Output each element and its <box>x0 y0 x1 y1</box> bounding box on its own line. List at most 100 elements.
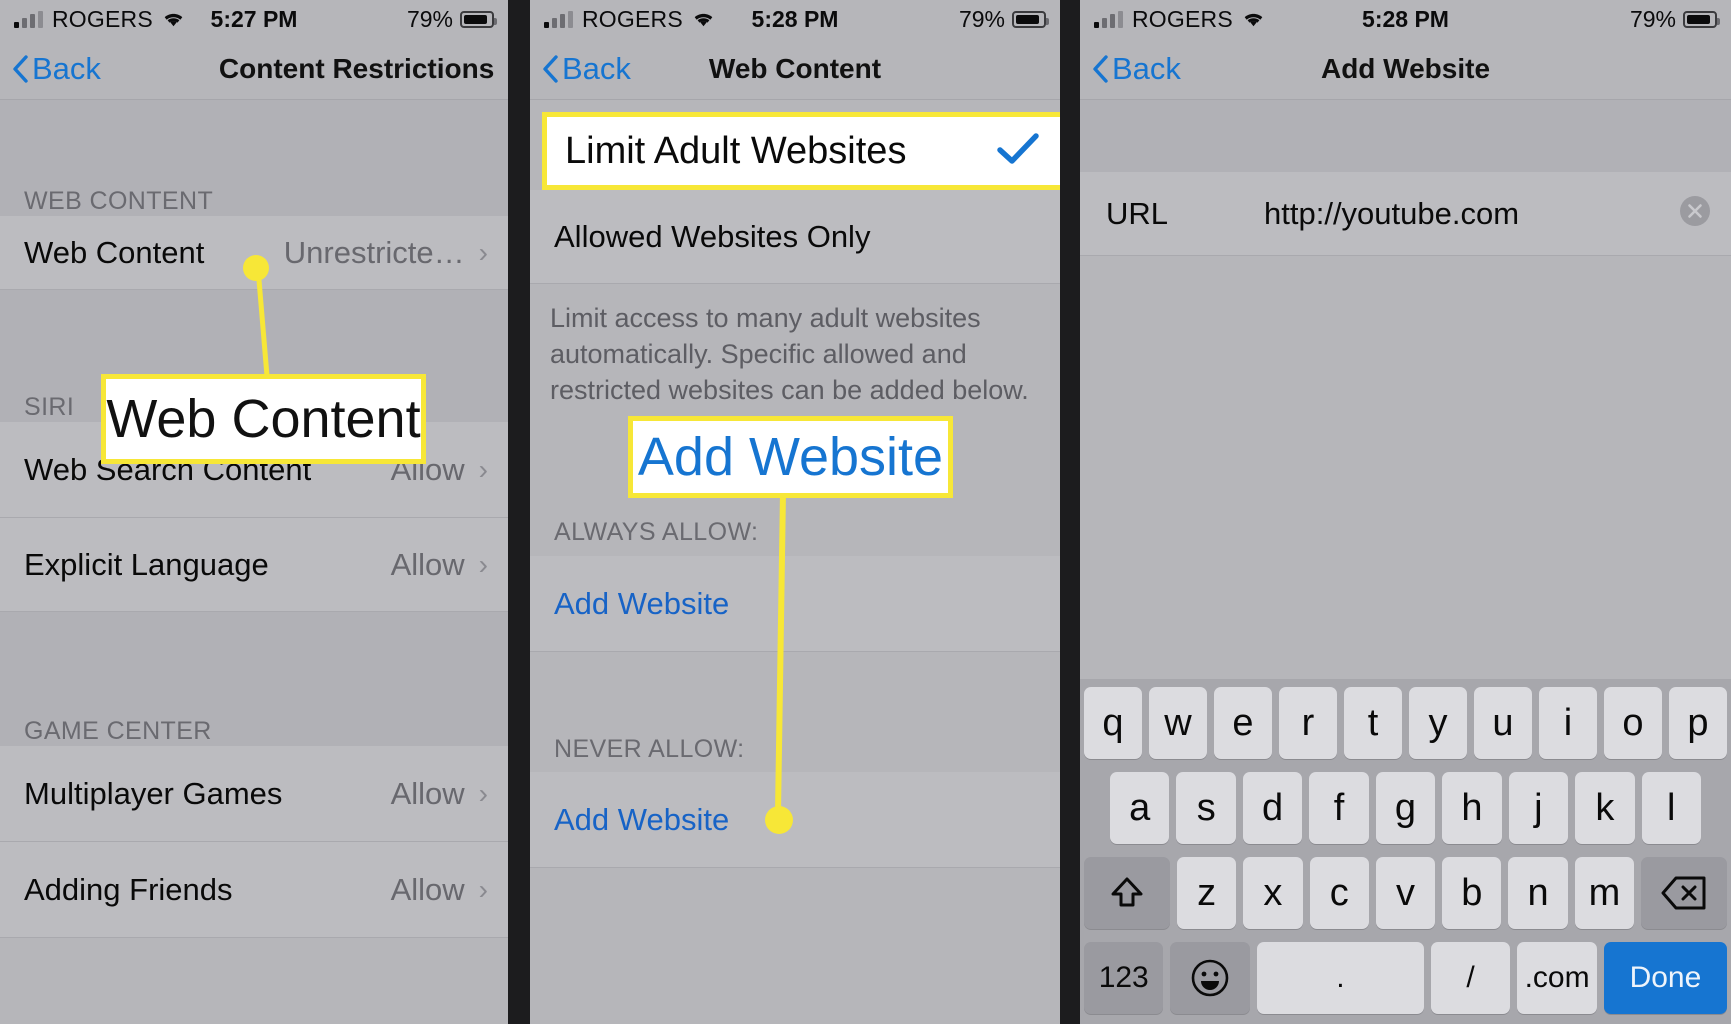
key-u[interactable]: u <box>1474 687 1532 759</box>
key-k[interactable]: k <box>1575 772 1635 844</box>
section-spacer <box>0 290 508 366</box>
key-f[interactable]: f <box>1309 772 1369 844</box>
row-adding-friends[interactable]: Adding Friends Allow › <box>0 842 508 938</box>
row-web-content[interactable]: Web Content Unrestricte… › <box>0 216 508 290</box>
row-value: Allow <box>390 775 465 811</box>
chevron-right-icon: › <box>478 777 488 809</box>
key-z[interactable]: z <box>1176 857 1237 929</box>
key-t[interactable]: t <box>1344 687 1402 759</box>
panel-divider-2 <box>1060 0 1080 1024</box>
row-multiplayer-games[interactable]: Multiplayer Games Allow › <box>0 746 508 842</box>
key-v[interactable]: v <box>1375 857 1436 929</box>
status-bar-3: ROGERS 5:28 PM 79% <box>1080 0 1731 38</box>
key-j[interactable]: j <box>1508 772 1569 844</box>
clear-circle-icon[interactable] <box>1679 195 1711 232</box>
keyboard-row-3: z x c v b n m <box>1084 857 1728 929</box>
battery-percent-3: 79% <box>1629 5 1676 32</box>
url-field-label: URL <box>1106 195 1169 231</box>
key-a[interactable]: a <box>1110 772 1170 844</box>
screenshot-stage: ROGERS 5:27 PM 79% Back Content Restrict… <box>0 0 1731 1024</box>
section-spacer <box>0 100 508 162</box>
key-w[interactable]: w <box>1149 687 1207 759</box>
page-title-1: Content Restrictions <box>218 52 495 84</box>
signal-bars-icon <box>14 10 43 28</box>
callout-text: Web Content <box>106 389 421 449</box>
carrier-label-1: ROGERS <box>52 5 153 32</box>
shift-icon[interactable] <box>1084 857 1170 929</box>
panel-divider-1 <box>508 0 530 1024</box>
carrier-label-2: ROGERS <box>582 5 683 32</box>
nav-bar-1: Back Content Restrictions <box>0 38 508 100</box>
option-label: Allowed Websites Only <box>554 218 871 254</box>
status-right-2: 79% <box>958 5 1049 33</box>
row-explicit-language[interactable]: Explicit Language Allow › <box>0 518 508 612</box>
key-q[interactable]: q <box>1084 687 1142 759</box>
row-add-website-always-allow[interactable]: Add Website <box>530 556 1060 652</box>
done-button[interactable]: Done <box>1603 942 1728 1014</box>
option-allowed-websites-only[interactable]: Allowed Websites Only <box>530 190 1060 284</box>
phone-screen-web-content: ROGERS 5:28 PM 79% Back Web Content Allo… <box>530 0 1060 1024</box>
back-button-2[interactable]: Back <box>530 51 631 87</box>
key-l[interactable]: l <box>1641 772 1701 844</box>
field-row-url[interactable]: URL http://youtube.com <box>1080 172 1731 256</box>
keyboard-row-1: q w e r t y u i o p <box>1084 687 1727 759</box>
back-label-2: Back <box>562 50 631 86</box>
key-n[interactable]: n <box>1508 857 1568 929</box>
battery-icon <box>1012 10 1049 28</box>
callout-web-content: Web Content <box>101 374 426 464</box>
section-header-always-allow: ALWAYS ALLOW: <box>554 518 759 546</box>
key-h[interactable]: h <box>1442 772 1502 844</box>
status-right-3: 79% <box>1629 5 1720 33</box>
section-header-game-center: GAME CENTER <box>0 690 508 746</box>
key-s[interactable]: s <box>1176 772 1236 844</box>
highlight-limit-adult-websites[interactable]: Limit Adult Websites <box>542 112 1060 190</box>
back-label-1: Back <box>32 50 101 86</box>
chevron-right-icon: › <box>478 236 488 268</box>
key-slash[interactable]: / <box>1430 942 1511 1014</box>
key-p[interactable]: p <box>1669 687 1727 759</box>
backspace-icon[interactable] <box>1641 857 1728 929</box>
wifi-icon <box>1242 11 1265 28</box>
key-i[interactable]: i <box>1539 687 1597 759</box>
key-o[interactable]: o <box>1604 687 1662 759</box>
key-x[interactable]: x <box>1243 857 1303 929</box>
key-numbers[interactable]: 123 <box>1083 942 1164 1014</box>
signal-bars-icon <box>544 10 573 28</box>
key-b[interactable]: b <box>1442 857 1502 929</box>
key-y[interactable]: y <box>1409 687 1467 759</box>
key-dotcom[interactable]: .com <box>1517 942 1597 1014</box>
back-button-1[interactable]: Back <box>0 51 101 87</box>
web-content-description: Limit access to many adult websites auto… <box>550 303 1029 405</box>
url-input[interactable]: http://youtube.com <box>1264 196 1519 232</box>
back-button-3[interactable]: Back <box>1080 51 1181 87</box>
chevron-right-icon: › <box>478 453 488 485</box>
phone-screen-content-restrictions: ROGERS 5:27 PM 79% Back Content Restrict… <box>0 0 508 1024</box>
phone-screen-add-website: ROGERS 5:28 PM 79% Back Add Website URL … <box>1080 0 1731 1024</box>
key-d[interactable]: d <box>1242 772 1303 844</box>
onscreen-keyboard: q w e r t y u i o p a s d f g h j k l z … <box>1080 679 1731 1024</box>
back-label-3: Back <box>1112 50 1181 86</box>
keyboard-row-4: 123 . / .com Done <box>1083 942 1728 1014</box>
status-time-3: 5:28 PM <box>1362 5 1449 32</box>
key-g[interactable]: g <box>1375 772 1436 844</box>
battery-percent-1: 79% <box>406 5 453 32</box>
key-c[interactable]: c <box>1309 857 1369 929</box>
carrier-label-3: ROGERS <box>1132 5 1233 32</box>
row-value: Allow <box>390 871 465 907</box>
emoji-icon[interactable] <box>1170 942 1250 1014</box>
key-r[interactable]: r <box>1279 687 1337 759</box>
row-value: Allow <box>390 546 465 582</box>
row-value: Unrestricte… <box>283 234 465 270</box>
key-m[interactable]: m <box>1574 857 1635 929</box>
row-add-website-never-allow[interactable]: Add Website <box>530 772 1060 868</box>
chevron-right-icon: › <box>478 548 488 580</box>
key-period[interactable]: . <box>1256 942 1424 1014</box>
chevron-left-icon <box>13 54 28 83</box>
battery-percent-2: 79% <box>958 5 1005 32</box>
option-label: Limit Adult Websites <box>565 129 907 172</box>
add-website-label: Add Website <box>554 585 730 621</box>
callout-text: Add Website <box>637 427 944 487</box>
key-e[interactable]: e <box>1214 687 1272 759</box>
signal-bars-icon <box>1094 10 1123 28</box>
section-header-never-allow: NEVER ALLOW: <box>554 735 745 763</box>
